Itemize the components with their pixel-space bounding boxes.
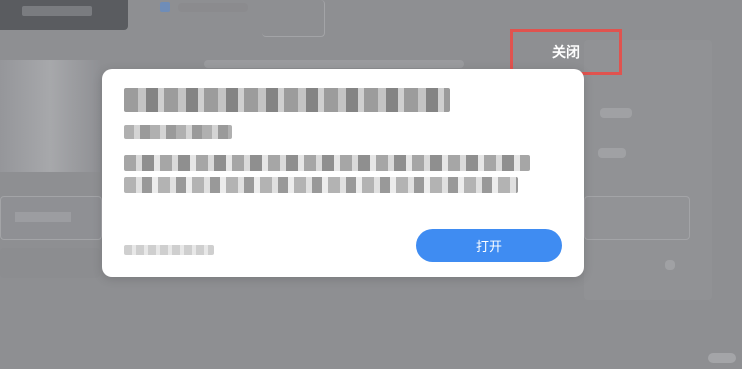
background-right-text (600, 108, 632, 118)
background-field (262, 0, 325, 37)
background-right-text (665, 260, 675, 270)
background-right-column (584, 40, 712, 300)
background-pill (708, 353, 736, 363)
blurred-description-line (124, 177, 518, 193)
background-left-field (0, 196, 102, 240)
ad-dialog: 打开 (102, 69, 584, 277)
open-button[interactable]: 打开 (416, 229, 562, 262)
background-dark-button (0, 0, 128, 30)
blurred-subtitle (124, 125, 232, 139)
blurred-footer-text (124, 245, 214, 255)
background-left-image (0, 60, 100, 172)
background-header-strip (204, 60, 464, 68)
blurred-description-line (124, 155, 530, 171)
background-right-text (598, 148, 626, 158)
background-checkbox (160, 2, 170, 12)
background-right-field (584, 196, 690, 240)
blurred-title (124, 88, 450, 112)
background-left-row (0, 248, 100, 278)
background-checkbox-label (178, 3, 248, 12)
